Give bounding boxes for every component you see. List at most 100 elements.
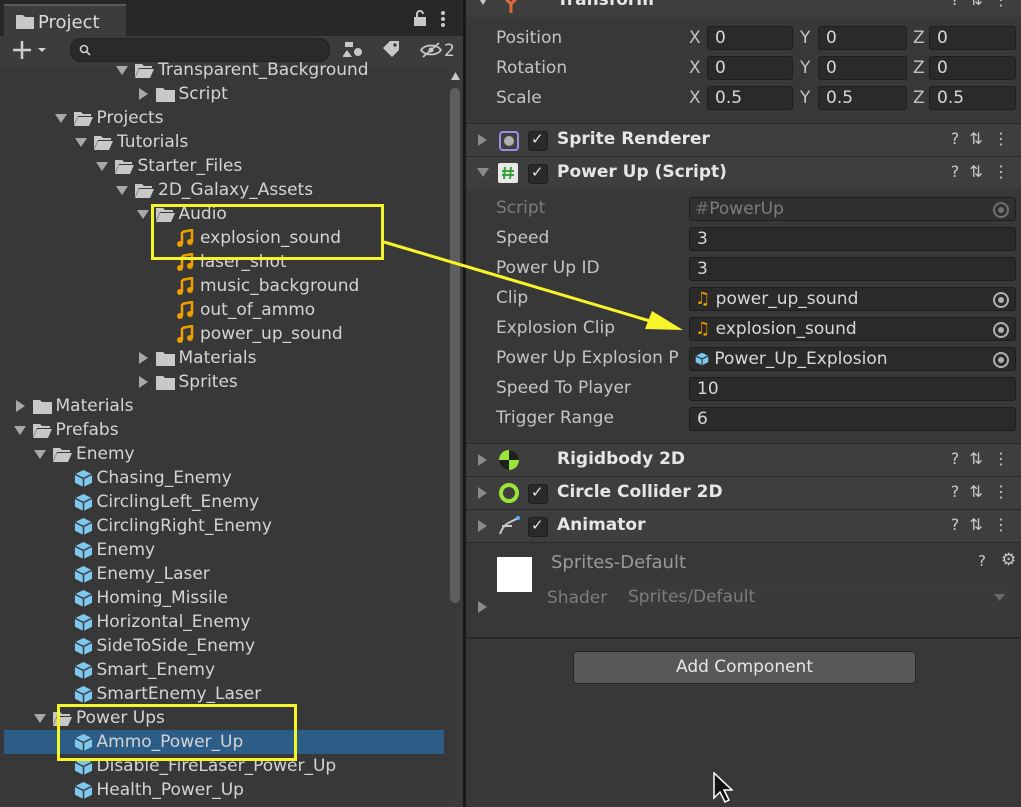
rotation-z-field[interactable]: 0 — [929, 56, 1016, 80]
tree-item[interactable]: Enemy_Laser — [0, 562, 448, 586]
shader-dropdown[interactable]: Sprites/Default — [623, 585, 1015, 609]
project-scrollbar[interactable] — [448, 66, 462, 807]
foldout-open-icon[interactable] — [33, 447, 47, 461]
sprite-renderer-enabled-checkbox[interactable]: ✓ — [528, 130, 548, 151]
scroll-thumb[interactable] — [450, 88, 460, 603]
rotation-y-field[interactable]: 0 — [818, 56, 907, 80]
transform-header[interactable]: Transform ? ⇅ ⋮ — [466, 0, 1021, 17]
animator-header-icons[interactable]: ? ⇅ ⋮ — [951, 515, 1009, 534]
foldout-closed-icon[interactable] — [136, 87, 150, 101]
tree-item[interactable]: Prefabs — [0, 418, 448, 442]
rigidbody-header[interactable]: Rigidbody 2D ? ⇅ ⋮ — [466, 443, 1021, 476]
tree-item[interactable]: CirclingRight_Enemy — [0, 514, 448, 538]
folder-icon — [155, 375, 175, 390]
tree-item[interactable]: 2D_Galaxy_Assets — [0, 178, 448, 202]
foldout-closed-icon[interactable] — [136, 351, 150, 365]
hidden-eye-icon[interactable] — [420, 42, 442, 58]
foldout-open-icon[interactable] — [33, 711, 47, 725]
lock-icon[interactable] — [413, 10, 427, 26]
collider-header-icons[interactable]: ? ⇅ ⋮ — [951, 482, 1009, 501]
foldout-open-icon[interactable] — [136, 207, 150, 221]
tree-item[interactable]: Enemy — [0, 442, 448, 466]
tree-item[interactable]: Sprites — [0, 370, 448, 394]
foldout-open-icon[interactable] — [54, 111, 68, 125]
animator-enabled-checkbox[interactable]: ✓ — [528, 516, 548, 537]
foldout-open-icon[interactable] — [115, 183, 129, 197]
transform-header-icons[interactable]: ? ⇅ ⋮ — [951, 0, 1009, 9]
power-up-id-field[interactable]: 3 — [689, 257, 1016, 281]
foldout-open-icon[interactable] — [74, 135, 88, 149]
tree-item[interactable]: Chasing_Enemy — [0, 466, 448, 490]
material-preview-swatch[interactable] — [497, 557, 532, 592]
tree-item[interactable]: Materials — [0, 394, 448, 418]
trigger-range-field[interactable]: 6 — [689, 407, 1016, 431]
tree-item[interactable]: Enemy — [0, 538, 448, 562]
scale-z-field[interactable]: 0.5 — [929, 86, 1016, 110]
foldout-open-icon[interactable] — [13, 423, 27, 437]
foldout-open-icon[interactable] — [95, 159, 109, 173]
object-picker-icon[interactable] — [993, 352, 1009, 368]
tree-item[interactable]: Starter_Files — [0, 154, 448, 178]
object-picker-icon[interactable] — [993, 292, 1009, 308]
circle-collider-header[interactable]: ✓ Circle Collider 2D ? ⇅ ⋮ — [466, 476, 1021, 509]
object-picker-icon[interactable] — [993, 322, 1009, 338]
clip-field[interactable]: ♫ power_up_sound — [689, 287, 1016, 311]
tree-item[interactable]: Horizontal_Enemy — [0, 610, 448, 634]
tree-item[interactable]: Health_Power_Up — [0, 778, 448, 802]
rigidbody-header-icons[interactable]: ? ⇅ ⋮ — [951, 449, 1009, 468]
tree-item[interactable]: Smart_Enemy — [0, 658, 448, 682]
foldout-closed-icon[interactable] — [478, 487, 487, 499]
foldout-closed-icon[interactable] — [136, 375, 150, 389]
speed-to-player-field[interactable]: 10 — [689, 377, 1016, 401]
tree-item[interactable]: Projects — [0, 106, 448, 130]
power-up-enabled-checkbox[interactable]: ✓ — [528, 163, 548, 184]
scale-x-field[interactable]: 0.5 — [707, 86, 793, 110]
power-up-header-icons[interactable]: ? ⇅ ⋮ — [951, 162, 1009, 181]
add-component-button[interactable]: Add Component — [573, 651, 916, 684]
sprite-renderer-header[interactable]: ✓ Sprite Renderer ? ⇅ ⋮ — [466, 123, 1021, 156]
collider-enabled-checkbox[interactable]: ✓ — [528, 483, 548, 504]
foldout-open-icon[interactable] — [478, 0, 488, 6]
foldout-closed-icon[interactable] — [478, 601, 487, 613]
kebab-menu-icon[interactable] — [440, 10, 446, 28]
foldout-open-icon[interactable] — [477, 168, 489, 178]
filter-type-icon[interactable] — [343, 40, 363, 58]
position-y-field[interactable]: 0 — [818, 26, 907, 50]
tab-project[interactable]: Project — [4, 4, 126, 36]
animator-header[interactable]: ✓ Animator ? ⇅ ⋮ — [466, 509, 1021, 542]
tree-item[interactable]: SmartEnemy_Laser — [0, 682, 448, 706]
foldout-closed-icon[interactable] — [478, 454, 487, 466]
scroll-up-arrow-icon[interactable] — [451, 72, 460, 80]
tree-item[interactable]: Tutorials — [0, 130, 448, 154]
rotation-x-field[interactable]: 0 — [707, 56, 793, 80]
tree-item[interactable]: power_up_sound — [0, 322, 448, 346]
sprite-renderer-header-icons[interactable]: ? ⇅ ⋮ — [951, 129, 1009, 148]
position-x-field[interactable]: 0 — [707, 26, 793, 50]
position-z-field[interactable]: 0 — [929, 26, 1016, 50]
tree-item-label: SideToSide_Enemy — [96, 636, 256, 656]
tree-item[interactable]: SideToSide_Enemy — [0, 634, 448, 658]
scale-y-field[interactable]: 0.5 — [818, 86, 907, 110]
label-tag-icon[interactable] — [382, 41, 400, 57]
tree-item[interactable]: Homing_Missile — [0, 586, 448, 610]
gear-icon[interactable]: ⚙ — [1001, 550, 1016, 570]
tree-item[interactable]: Script — [0, 82, 448, 106]
foldout-closed-icon[interactable] — [478, 520, 487, 532]
power-up-script-header[interactable]: ✓ Power Up (Script) ? ⇅ ⋮ — [466, 156, 1021, 189]
tree-item[interactable]: CirclingLeft_Enemy — [0, 490, 448, 514]
explosion-prefab-field[interactable]: Power_Up_Explosion — [689, 347, 1016, 371]
foldout-closed-icon[interactable] — [478, 134, 487, 146]
material-help-icon[interactable]: ? — [978, 552, 986, 570]
tree-item[interactable]: music_background — [0, 274, 448, 298]
tree-item[interactable]: Transparent_Background — [0, 58, 448, 82]
tree-item-label: CirclingLeft_Enemy — [96, 492, 260, 512]
foldout-closed-icon[interactable] — [13, 399, 27, 413]
foldout-open-icon[interactable] — [115, 63, 129, 77]
tree-item-label: 2D_Galaxy_Assets — [158, 180, 314, 200]
tree-item[interactable]: Materials — [0, 346, 448, 370]
tree-item[interactable]: out_of_ammo — [0, 298, 448, 322]
create-plus-icon[interactable] — [13, 41, 47, 59]
explosion-clip-field[interactable]: ♫ explosion_sound — [689, 317, 1016, 341]
speed-field[interactable]: 3 — [689, 227, 1016, 251]
